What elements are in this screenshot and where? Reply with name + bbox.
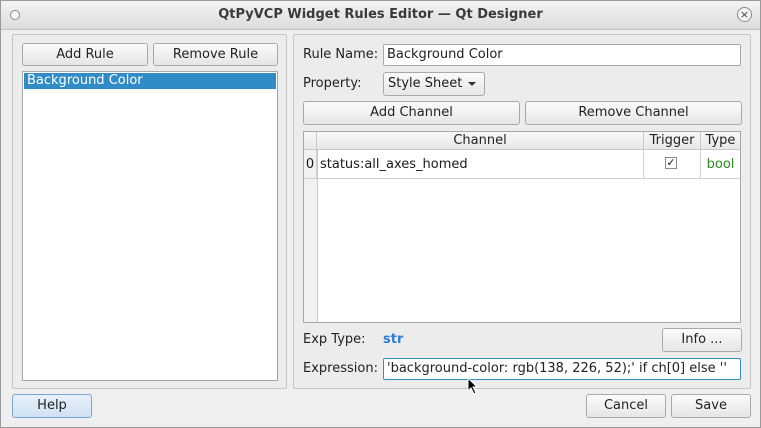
close-icon[interactable]: × xyxy=(737,7,752,22)
rules-list[interactable]: Background Color xyxy=(22,71,278,381)
cancel-button[interactable]: Cancel xyxy=(586,394,666,418)
exp-type-value: str xyxy=(383,332,404,347)
channel-column-header[interactable]: Channel xyxy=(317,132,644,150)
property-label: Property: xyxy=(303,76,362,91)
channel-table[interactable]: Channel Trigger Type 0 status:all_axes_h… xyxy=(303,131,741,323)
rule-name-input[interactable]: Background Color xyxy=(383,44,741,66)
type-cell[interactable]: bool xyxy=(701,150,740,179)
trigger-checkbox[interactable]: ✓ xyxy=(665,157,677,169)
title-bar[interactable]: QtPyVCP Widget Rules Editor — Qt Designe… xyxy=(1,1,760,30)
chevron-down-icon xyxy=(468,82,476,86)
trigger-cell[interactable]: ✓ xyxy=(644,150,701,179)
window-title: QtPyVCP Widget Rules Editor — Qt Designe… xyxy=(218,7,543,22)
property-select-value: Style Sheet xyxy=(388,76,463,91)
save-button[interactable]: Save xyxy=(671,394,751,418)
mouse-pointer-icon xyxy=(467,377,479,395)
rule-editor-pane: Rule Name: Background Color Property: St… xyxy=(293,34,751,389)
remove-channel-button[interactable]: Remove Channel xyxy=(525,101,742,125)
help-button[interactable]: Help xyxy=(12,394,92,418)
remove-rule-button[interactable]: Remove Rule xyxy=(153,43,278,66)
type-column-header[interactable]: Type xyxy=(701,132,740,150)
row-index: 0 xyxy=(304,150,317,179)
info-button[interactable]: Info ... xyxy=(662,328,742,352)
rules-editor-window: QtPyVCP Widget Rules Editor — Qt Designe… xyxy=(0,0,761,428)
expression-input[interactable]: 'background-color: rgb(138, 226, 52);' i… xyxy=(383,358,741,380)
exp-type-label: Exp Type: xyxy=(303,332,366,347)
rule-name-label: Rule Name: xyxy=(303,47,379,62)
add-channel-button[interactable]: Add Channel xyxy=(303,101,520,125)
expression-label: Expression: xyxy=(303,361,378,376)
channel-cell[interactable]: status:all_axes_homed xyxy=(317,150,644,179)
list-item-background-color[interactable]: Background Color xyxy=(24,73,276,89)
rules-pane: Add Rule Remove Rule Background Color xyxy=(12,34,287,389)
add-rule-button[interactable]: Add Rule xyxy=(22,43,148,66)
property-select[interactable]: Style Sheet xyxy=(383,72,485,96)
table-corner xyxy=(304,132,317,150)
trigger-column-header[interactable]: Trigger xyxy=(644,132,701,150)
